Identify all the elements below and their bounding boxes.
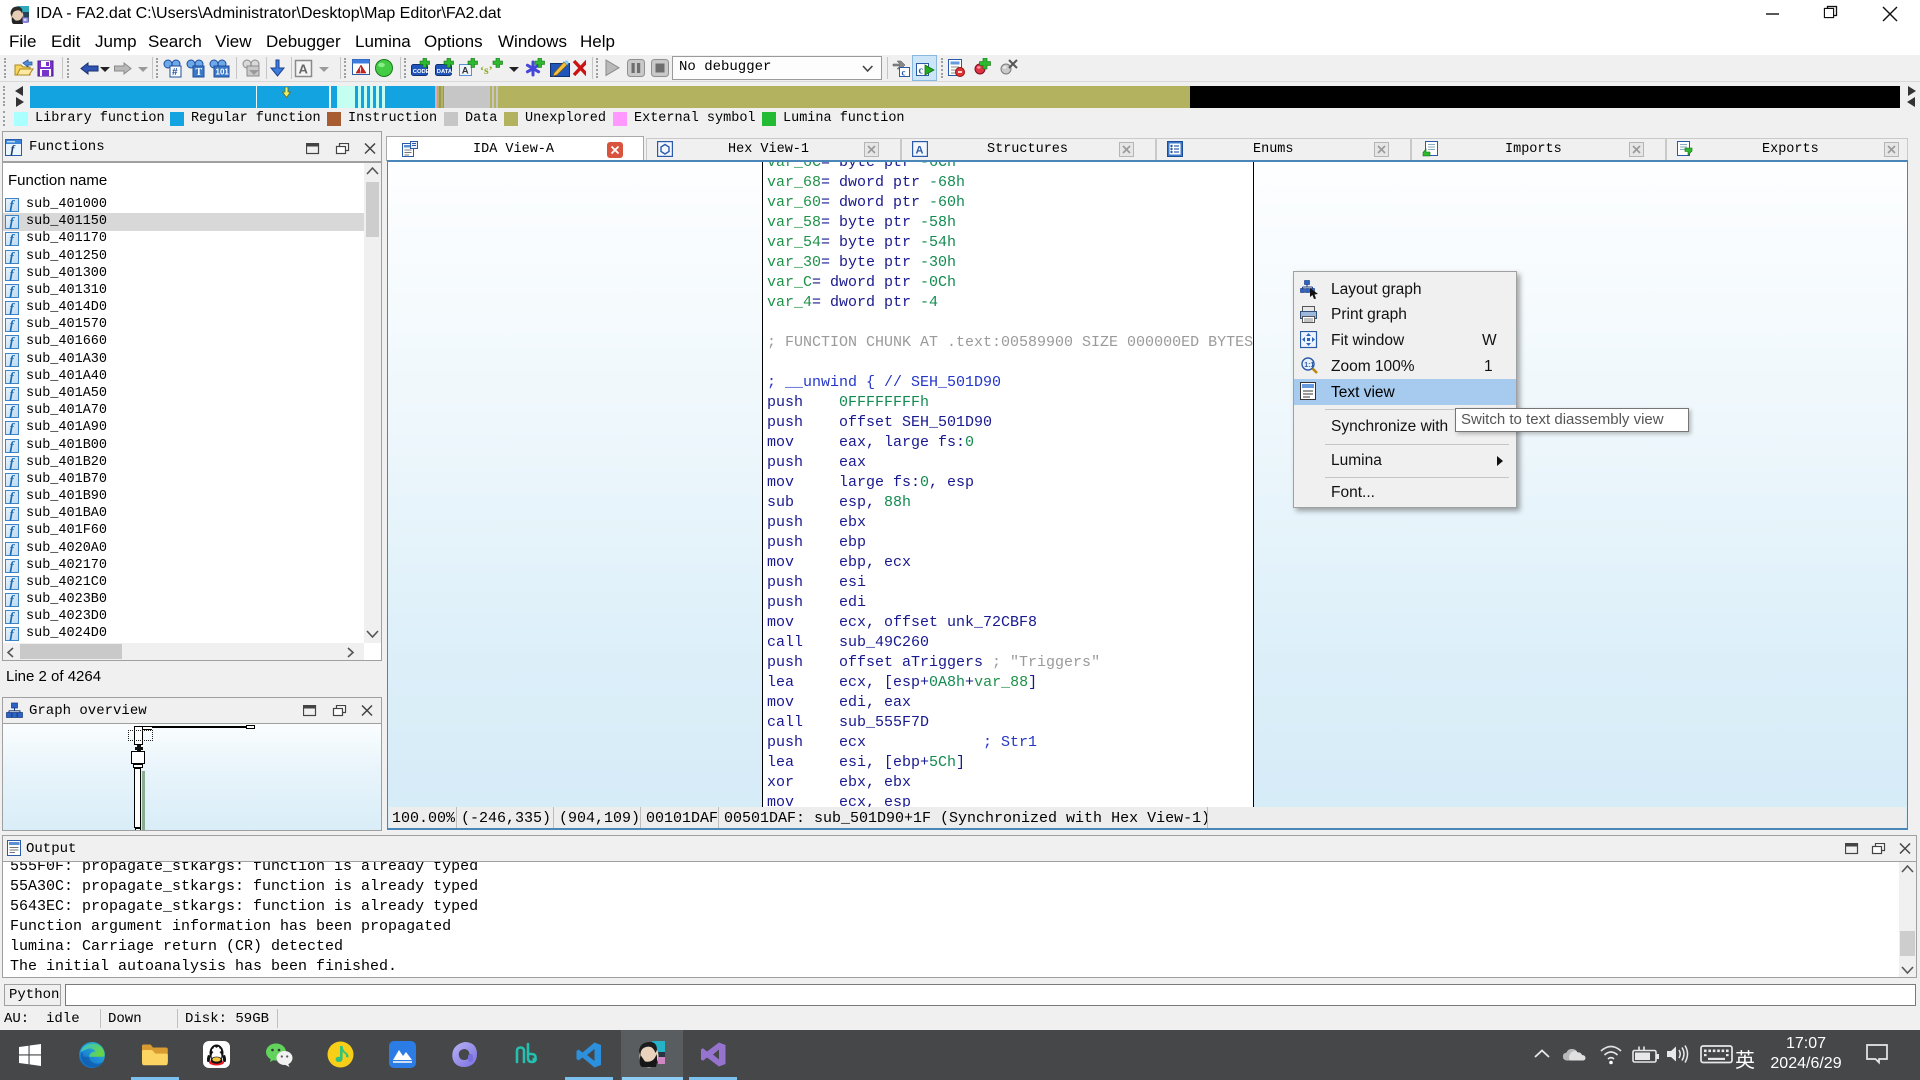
svg-text:DATA: DATA [437, 69, 453, 75]
svg-text:1:1: 1:1 [1304, 362, 1314, 369]
svg-text:101: 101 [216, 68, 230, 77]
svg-text:c: c [902, 68, 906, 78]
svg-text:f: f [11, 142, 16, 156]
svg-text:A: A [916, 145, 924, 157]
svg-text:A: A [462, 66, 469, 77]
svg-text:‘s’: ‘s’ [480, 63, 493, 77]
svg-text:!: ! [359, 68, 361, 75]
svg-text:T: T [196, 67, 203, 78]
svg-text:#: # [172, 67, 178, 78]
svg-text:A: A [299, 62, 309, 77]
svg-text:CODE: CODE [413, 69, 430, 75]
svg-text:c: c [919, 66, 924, 77]
